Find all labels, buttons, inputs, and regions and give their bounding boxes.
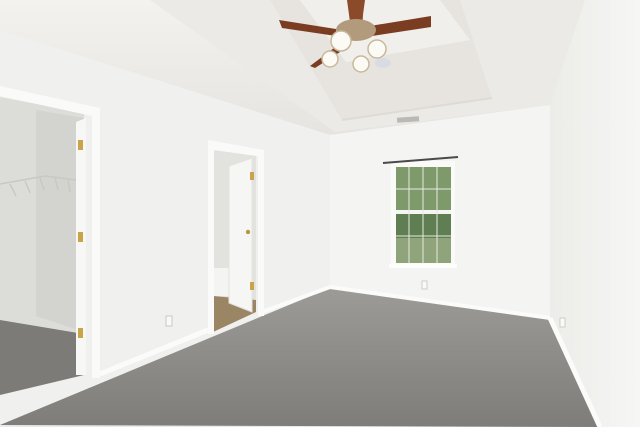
window-icon[interactable] [389, 161, 457, 268]
door-icon[interactable] [228, 157, 253, 313]
outlet [421, 280, 428, 290]
outlet [165, 315, 173, 327]
bedroom-photo [0, 0, 640, 427]
room-illustration [0, 0, 640, 427]
outlet [559, 317, 566, 328]
